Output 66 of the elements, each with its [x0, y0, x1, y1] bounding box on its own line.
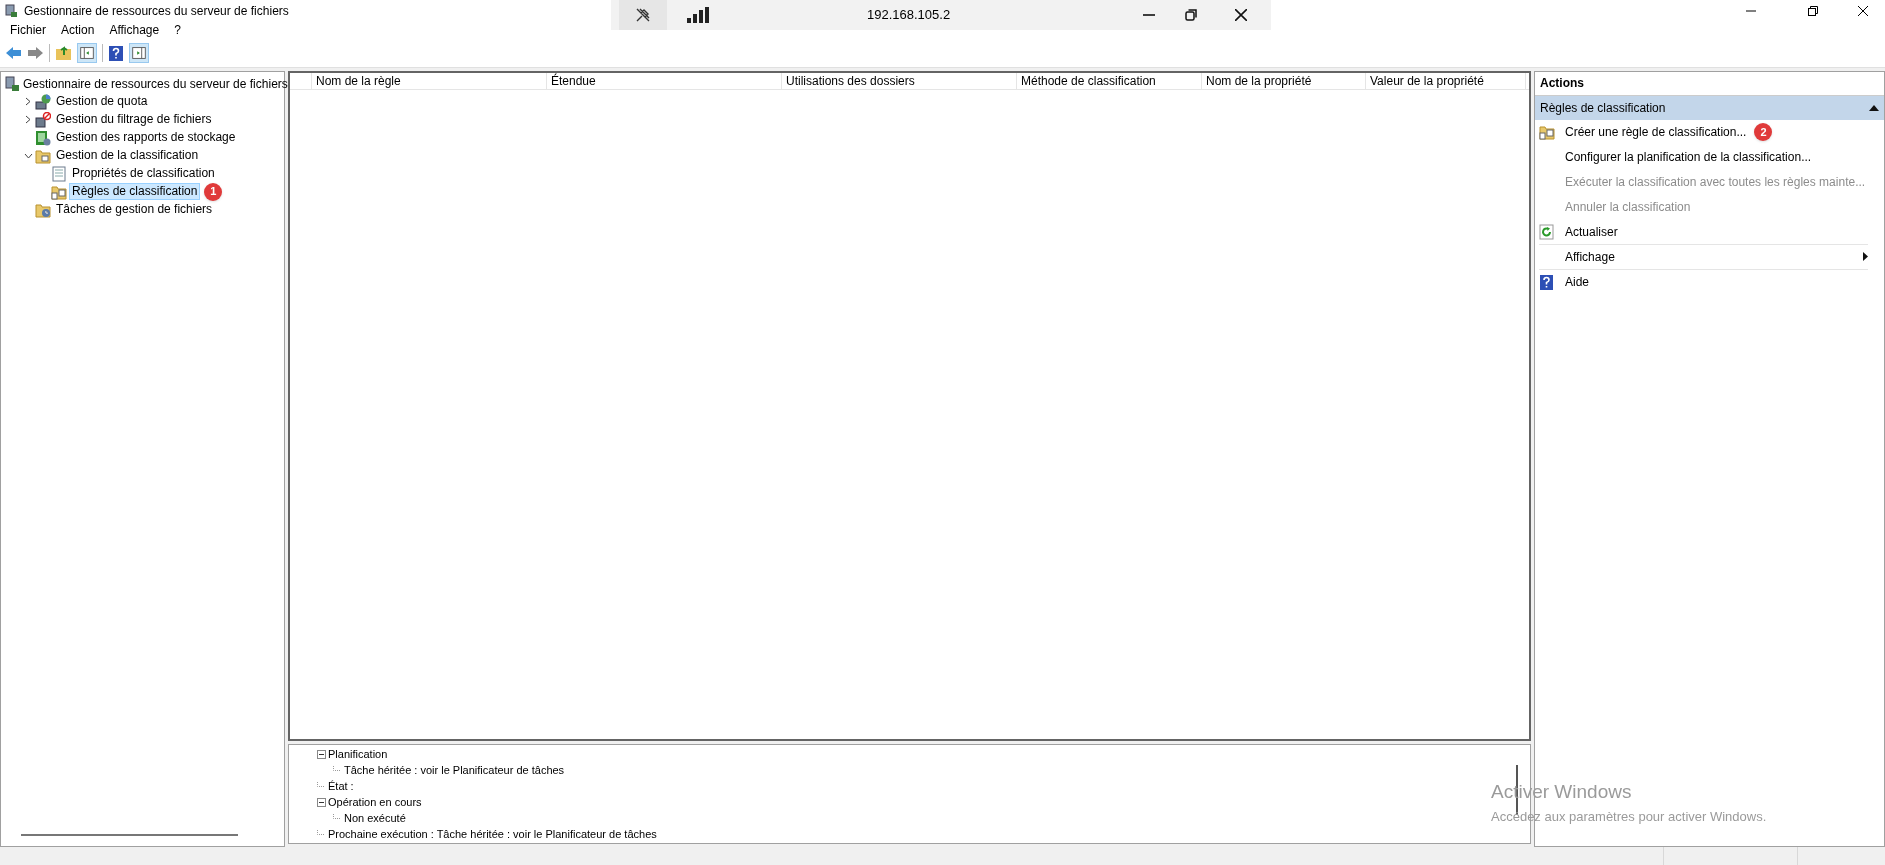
detail-text: Opération en cours [328, 795, 422, 811]
restore-icon[interactable] [1808, 5, 1818, 16]
tree-item[interactable]: Gestion de la classification [53, 147, 202, 165]
detail-text: Planification [328, 747, 388, 763]
collapse-box-icon[interactable] [317, 750, 326, 760]
restore-icon[interactable] [1185, 9, 1197, 21]
column-header[interactable]: Utilisations des dossiers [782, 72, 1017, 89]
signal-strength-icon [687, 7, 709, 23]
menu-item[interactable]: Affichage [109, 21, 160, 40]
column-header[interactable]: Nom de la règle [312, 72, 547, 89]
tree-item[interactable]: Gestion des rapports de stockage [53, 129, 239, 147]
tree-item[interactable]: Gestion du filtrage de fichiers [53, 111, 215, 129]
unpin-icon[interactable] [635, 7, 651, 23]
action-link[interactable]: Actualiser [1565, 222, 1618, 241]
collapsed-chevron-icon[interactable] [24, 97, 32, 107]
menu-item[interactable]: Action [61, 21, 95, 40]
refresh-icon [1539, 223, 1555, 240]
collapse-arrow-icon[interactable] [1869, 104, 1879, 111]
tree-item[interactable]: Règles de classification [69, 183, 201, 201]
detail-text: Prochaine exécution : Tâche héritée : voir le Planificateur de tâches [328, 827, 657, 843]
menu-item[interactable]: ? [174, 21, 181, 40]
report-icon [35, 129, 51, 146]
tree-item[interactable]: Tâches de gestion de fichiers [53, 201, 216, 219]
task-folder-icon [35, 201, 51, 218]
collapse-box-icon[interactable] [317, 798, 326, 808]
step-badge: 2 [1754, 123, 1773, 142]
detail-text: État : [328, 779, 354, 795]
action-pane-toggle-icon[interactable] [129, 43, 149, 64]
forward-arrow-icon[interactable] [27, 46, 44, 61]
column-header[interactable]: Méthode de classification [1017, 72, 1202, 89]
close-icon[interactable] [1858, 5, 1868, 16]
column-header[interactable]: Nom de la propriété [1202, 72, 1366, 89]
folder-up-icon[interactable] [55, 45, 72, 62]
window-title: Gestionnaire de ressources du serveur de fichiers [24, 2, 289, 20]
column-header[interactable]: Valeur de la propriété [1366, 72, 1526, 89]
menu-item[interactable]: Fichier [10, 21, 46, 40]
expanded-chevron-icon[interactable] [23, 151, 33, 160]
help-icon[interactable] [108, 44, 124, 62]
action-link[interactable]: Aide [1565, 273, 1590, 292]
filter-icon [35, 111, 51, 128]
pane-toggle-icon[interactable] [77, 43, 97, 64]
disk-icon [35, 93, 51, 110]
horizontal-scrollbar[interactable] [21, 833, 238, 836]
action-link[interactable]: Configurer la planification de la classification... [1565, 148, 1812, 167]
remote-address: 192.168.105.2 [867, 6, 951, 25]
tree-item[interactable]: Propriétés de classification [69, 165, 218, 183]
back-arrow-icon[interactable] [5, 46, 22, 61]
submenu-arrow-icon [1863, 252, 1868, 262]
detail-text: Tâche héritée : voir le Planificateur de tâches [344, 763, 565, 779]
detail-text: Non exécuté [344, 811, 406, 827]
actions-title: Actions [1535, 71, 1884, 96]
properties-icon [51, 165, 67, 182]
collapsed-chevron-icon[interactable] [24, 115, 32, 125]
action-link[interactable]: Créer une règle de classification... [1565, 123, 1747, 142]
rules-icon [51, 183, 67, 200]
step-badge: 1 [204, 182, 223, 201]
action-link[interactable]: Affichage [1565, 247, 1615, 266]
help-icon [1539, 274, 1555, 291]
tree-item[interactable]: Gestionnaire de ressources du serveur de fichiers [20, 74, 291, 93]
folder-icon [35, 147, 51, 164]
tree-item[interactable]: Gestion de quota [53, 93, 151, 111]
column-header[interactable]: Étendue [547, 72, 782, 89]
close-icon[interactable] [1235, 9, 1247, 21]
rules-icon [1539, 124, 1555, 141]
server-icon [4, 75, 20, 92]
server-icon [4, 3, 18, 18]
